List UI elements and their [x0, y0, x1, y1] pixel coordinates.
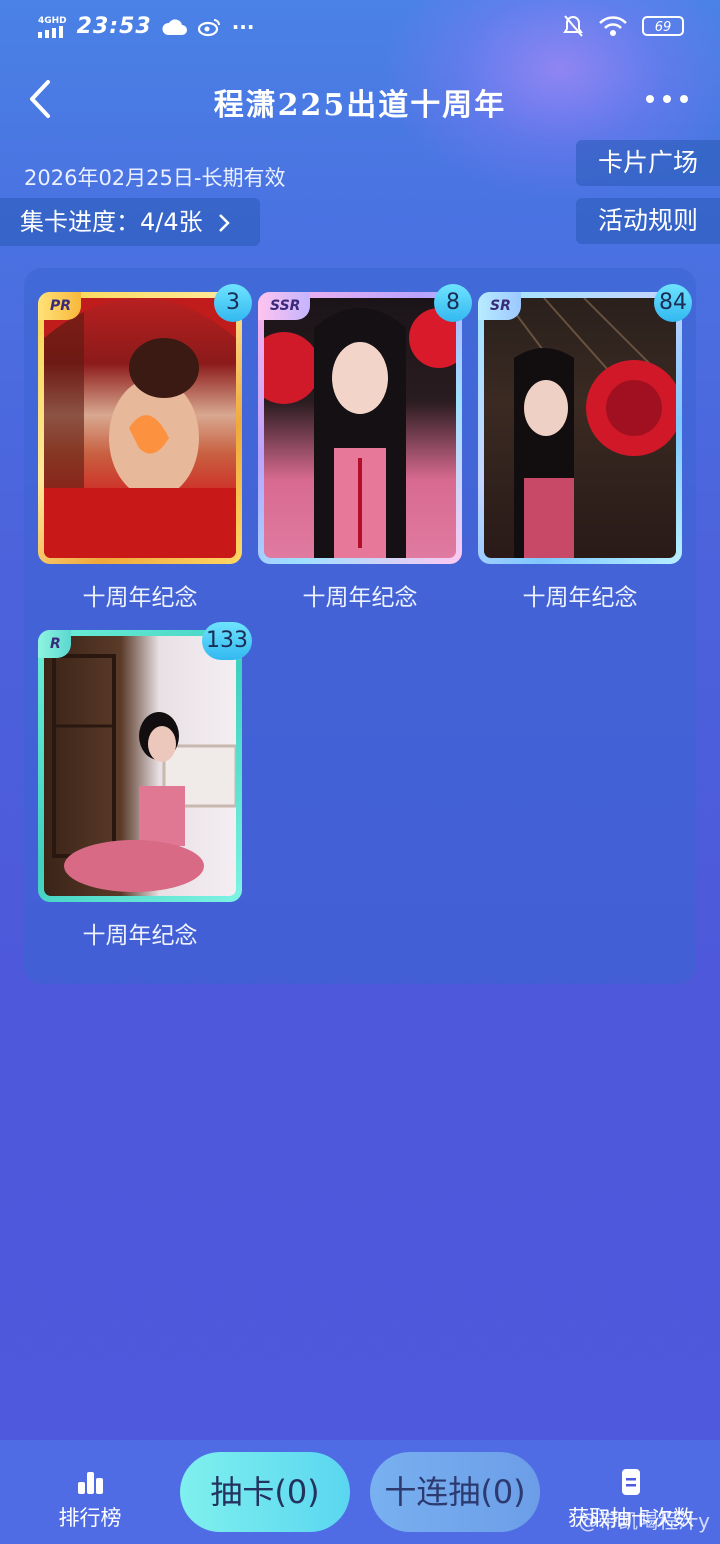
more-notifications-icon: ··· [231, 14, 255, 39]
card-photo [484, 298, 676, 558]
card-count-badge: 84 [654, 284, 692, 322]
draw-card-button[interactable]: 抽卡(0) [180, 1452, 350, 1532]
card-name: 十周年纪念 [522, 585, 638, 611]
more-button[interactable] [642, 84, 692, 114]
draw-ten-button[interactable]: 十连抽(0) [370, 1452, 540, 1532]
validity-period: 2026年02月25日-长期有效 [24, 166, 286, 190]
weibo-icon [197, 18, 220, 36]
collection-progress-button[interactable]: 集卡进度：4/4张 [0, 198, 260, 246]
card-photo [264, 298, 456, 558]
more-dots-icon [646, 95, 688, 103]
card-pr[interactable]: PR 3 [38, 284, 252, 564]
leaderboard-button[interactable]: 排行榜 [30, 1468, 150, 1532]
card-square-button[interactable]: 卡片广场 [576, 140, 720, 186]
cloud-icon [162, 18, 187, 35]
card-ssr[interactable]: SSR 8 [258, 284, 472, 564]
card-frame [258, 292, 462, 564]
rarity-badge: SR [478, 292, 521, 320]
status-bar: 4GHD 23:53 ··· 69 [0, 0, 720, 56]
header: 程潇225出道十周年 [0, 62, 720, 138]
card-photo [44, 636, 236, 896]
card-sr[interactable]: SR 84 [478, 284, 692, 564]
rarity-badge: PR [38, 292, 82, 320]
card-name: 十周年纪念 [82, 923, 198, 949]
wifi-icon [599, 16, 627, 36]
rarity-badge: R [38, 630, 71, 658]
card-frame [38, 292, 242, 564]
document-icon [622, 1469, 640, 1495]
card-frame [38, 630, 242, 902]
card-count-badge: 133 [202, 622, 252, 660]
leaderboard-label: 排行榜 [58, 1506, 122, 1530]
card-photo [44, 298, 236, 558]
collection-progress-label: 集卡进度：4/4张 [20, 208, 203, 236]
leaderboard-icon [78, 1472, 103, 1494]
mute-bell-icon [563, 15, 583, 37]
card-r[interactable]: R 133 [38, 622, 252, 902]
rules-button[interactable]: 活动规则 [576, 198, 720, 244]
rarity-badge: SSR [258, 292, 311, 320]
battery-indicator: 69 [642, 16, 684, 36]
card-count-badge: 3 [214, 284, 252, 322]
signal-icon: 4GHD [38, 16, 67, 38]
network-type: 4GHD [38, 15, 67, 26]
page-title: 程潇225出道十周年 [213, 88, 507, 123]
chevron-right-icon [219, 214, 231, 232]
card-count-badge: 8 [434, 284, 472, 322]
clock: 23:53 [76, 14, 152, 39]
card-name: 十周年纪念 [82, 585, 198, 611]
watermark: @带凯喝程汁y [578, 1509, 710, 1533]
bottom-bar: 排行榜 抽卡(0) 十连抽(0) 获取抽卡次数 @带凯喝程汁y [0, 1440, 720, 1544]
card-frame [478, 292, 682, 564]
card-name: 十周年纪念 [302, 585, 418, 611]
card-collection-panel: PR 3 十周年纪念 SSR 8 十周年纪念 SR 84 十周年纪念 R 133… [24, 268, 696, 984]
